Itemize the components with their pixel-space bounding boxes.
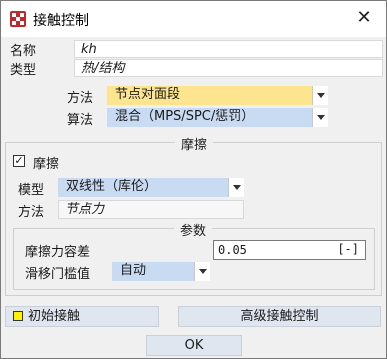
chevron-down-icon[interactable] [194,262,210,281]
name-label: 名称 [10,44,37,59]
friction-section-title: 摩擦 [175,134,214,153]
model-value: 双线性（库伦） [66,179,158,194]
method-value: 节点对面段 [115,87,181,102]
model-select[interactable]: 双线性（库伦） [58,178,244,197]
algorithm-select[interactable]: 混合（MPS/SPC/惩罚） [107,108,328,127]
slip-threshold-select[interactable]: 自动 [112,262,210,281]
advanced-contact-control-button[interactable]: 高级接触控制 [178,306,381,327]
chevron-down-icon[interactable] [228,178,244,197]
tolerance-input[interactable]: 0.05 [-] [213,240,366,260]
slip-threshold-label: 滑移门槛值 [25,267,91,282]
contact-control-dialog: 接触控制 ✕ 名称 kh 类型 热/结构 方法 节点对面段 算法 混合（MPS/… [0,0,387,359]
tolerance-unit: [-] [337,242,359,256]
slip-threshold-value: 自动 [120,263,147,278]
params-section-title: 参数 [174,220,213,239]
type-field[interactable]: 热/结构 [74,59,383,77]
friction-checkbox[interactable]: ✓ [13,155,25,167]
initial-contact-label: 初始接触 [28,309,81,324]
initial-contact-button[interactable]: 初始接触 [5,306,159,327]
algorithm-value: 混合（MPS/SPC/惩罚） [115,109,255,124]
indicator-square-icon [13,311,23,321]
close-icon[interactable]: ✕ [352,6,376,30]
title-bar: 接触控制 ✕ [1,1,386,37]
method-label: 方法 [67,91,94,106]
type-label: 类型 [10,63,37,78]
chevron-down-icon[interactable] [312,86,328,105]
ok-button[interactable]: OK [146,335,242,356]
friction-method-label: 方法 [18,205,45,220]
name-field[interactable]: kh [74,40,383,58]
app-icon [10,11,26,27]
window-title: 接触控制 [33,13,89,29]
friction-method-field[interactable]: 节点力 [58,200,244,219]
chevron-down-icon[interactable] [312,108,328,127]
method-select[interactable]: 节点对面段 [107,86,328,105]
algorithm-label: 算法 [67,113,94,128]
model-label: 模型 [18,183,45,198]
tolerance-value: 0.05 [218,243,247,257]
friction-checkbox-label: 摩擦 [33,157,60,172]
tolerance-label: 摩擦力容差 [25,245,91,260]
